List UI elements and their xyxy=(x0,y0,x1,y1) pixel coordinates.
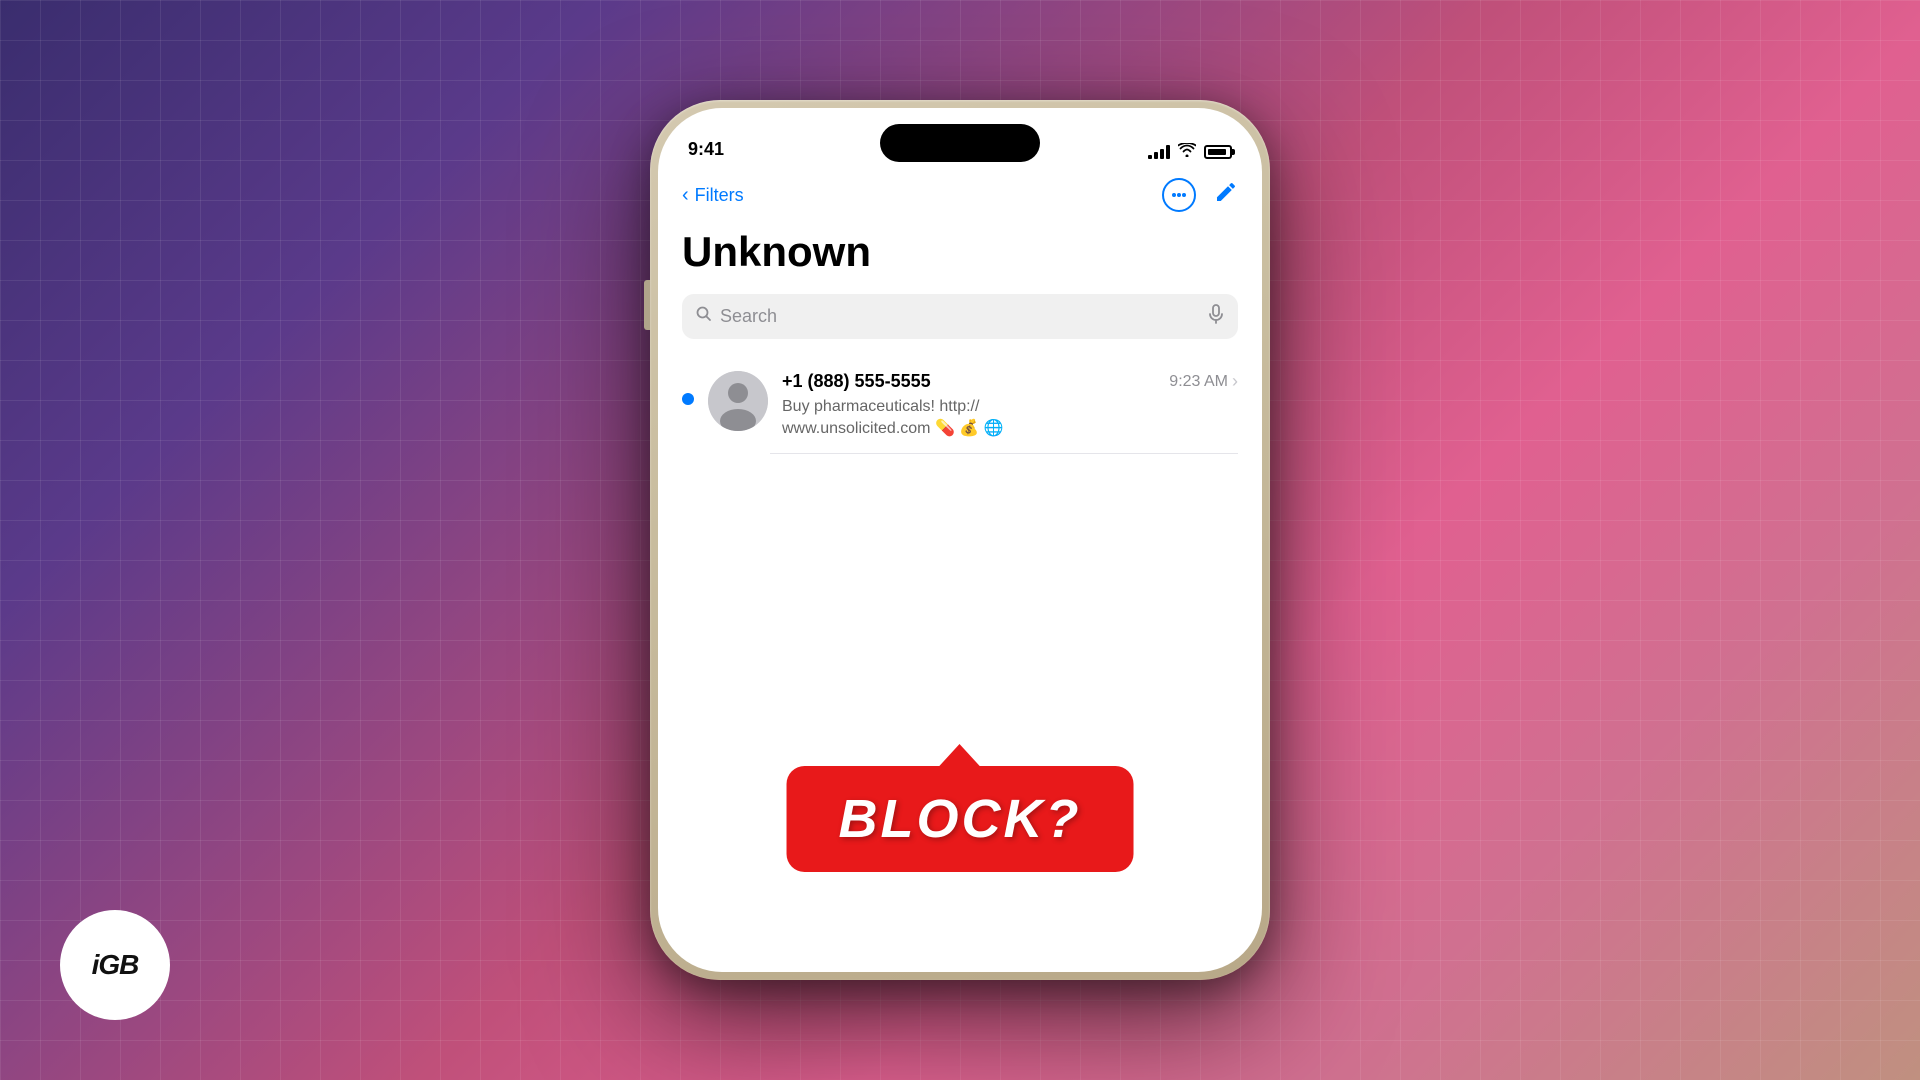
nav-bar: ‹ Filters xyxy=(682,168,1238,228)
block-badge-text: BLOCK? xyxy=(839,789,1082,849)
filters-label: Filters xyxy=(695,185,744,206)
list-divider xyxy=(770,453,1238,454)
igb-logo: iGB xyxy=(60,910,170,1020)
chevron-left-icon: ‹ xyxy=(682,184,689,207)
dynamic-island xyxy=(880,124,1040,162)
message-time: 9:23 AM xyxy=(1169,373,1228,391)
phone-screen: 9:41 xyxy=(658,108,1262,972)
phone-device: 9:41 xyxy=(650,100,1270,980)
search-icon xyxy=(696,306,712,327)
phone-outer-shell: 9:41 xyxy=(650,100,1270,980)
sender-name: +1 (888) 555-5555 xyxy=(782,371,931,392)
block-badge-container: BLOCK? xyxy=(787,766,1134,872)
message-list-item[interactable]: +1 (888) 555-5555 9:23 AM › Buy pharmace… xyxy=(682,359,1238,453)
message-header: +1 (888) 555-5555 9:23 AM › xyxy=(782,371,1238,392)
battery-icon xyxy=(1204,145,1232,159)
compose-button[interactable] xyxy=(1214,180,1238,210)
page-title: Unknown xyxy=(682,228,1238,276)
more-button[interactable] xyxy=(1162,178,1196,212)
message-preview: Buy pharmaceuticals! http://www.unsolici… xyxy=(782,396,1238,441)
block-badge-body: BLOCK? xyxy=(787,766,1134,872)
microphone-icon xyxy=(1208,304,1224,329)
block-badge-arrow xyxy=(938,744,982,768)
status-icons xyxy=(1148,143,1232,160)
igb-logo-text: iGB xyxy=(92,949,139,981)
search-bar[interactable]: Search xyxy=(682,294,1238,339)
wifi-icon xyxy=(1178,143,1196,160)
phone-content: ‹ Filters xyxy=(658,168,1262,454)
unread-indicator xyxy=(682,393,694,405)
signal-bars-icon xyxy=(1148,145,1170,159)
message-details: +1 (888) 555-5555 9:23 AM › Buy pharmace… xyxy=(782,371,1238,441)
nav-actions xyxy=(1162,178,1238,212)
block-badge: BLOCK? xyxy=(787,766,1134,872)
search-placeholder: Search xyxy=(720,306,1200,327)
filters-back-button[interactable]: ‹ Filters xyxy=(682,184,744,207)
avatar xyxy=(708,371,768,431)
chevron-right-icon: › xyxy=(1232,371,1238,392)
